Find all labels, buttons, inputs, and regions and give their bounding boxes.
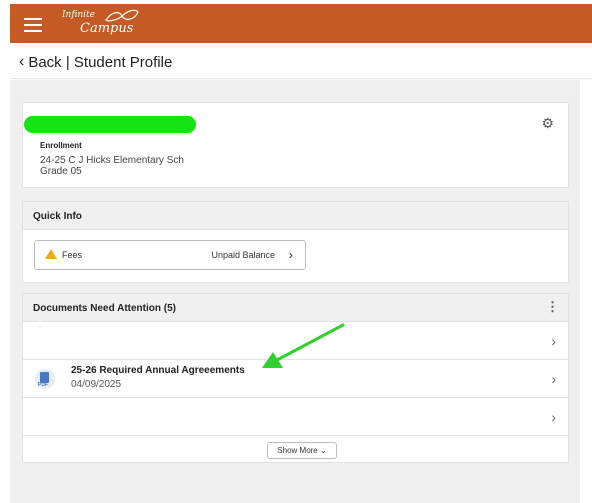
back-link[interactable]: ‹ Back | Student Profile bbox=[19, 53, 172, 71]
chevron-right-icon: › bbox=[551, 409, 556, 425]
enrollment-label: Enrollment bbox=[40, 141, 82, 150]
hamburger-menu-icon[interactable] bbox=[24, 14, 42, 34]
fees-status: Unpaid Balance bbox=[211, 250, 275, 260]
enrollment-grade: Grade 05 bbox=[40, 166, 82, 177]
fees-button[interactable]: Fees Unpaid Balance › bbox=[34, 240, 306, 270]
document-row[interactable]: › bbox=[23, 398, 568, 436]
document-row[interactable]: - › bbox=[23, 322, 568, 360]
more-options-icon[interactable]: ⋮ bbox=[546, 299, 559, 315]
chevron-down-icon: ⌄ bbox=[320, 446, 327, 455]
pdf-file-icon: PDF bbox=[35, 369, 55, 389]
show-more-label: Show More bbox=[277, 446, 318, 455]
show-more-button[interactable]: Show More ⌄ bbox=[267, 442, 337, 459]
infinite-campus-logo[interactable]: Infinite Campus bbox=[62, 7, 152, 39]
fees-label: Fees bbox=[62, 250, 83, 260]
documents-card: Documents Need Attention (5) ⋮ - › PDF 2… bbox=[22, 293, 569, 463]
document-title: 25-26 Required Annual Agreeements bbox=[71, 365, 245, 376]
document-date: 04/09/2025 bbox=[71, 379, 122, 390]
back-link-label: Back | Student Profile bbox=[28, 53, 173, 71]
gear-icon[interactable]: ⚙ bbox=[541, 115, 554, 132]
chevron-right-icon: › bbox=[551, 371, 556, 387]
chevron-right-icon: › bbox=[288, 247, 293, 262]
document-row[interactable]: PDF 25-26 Required Annual Agreeements 04… bbox=[23, 360, 568, 398]
logo-text-bottom: Campus bbox=[80, 21, 134, 36]
chevron-right-icon: › bbox=[551, 333, 556, 349]
student-profile-card: ⚙ Enrollment 24-25 C J Hicks Elementary … bbox=[22, 102, 569, 188]
warning-icon bbox=[45, 249, 57, 259]
documents-title: Documents Need Attention (5) bbox=[23, 294, 568, 322]
quick-info-title: Quick Info bbox=[23, 202, 568, 230]
main-content: ⚙ Enrollment 24-25 C J Hicks Elementary … bbox=[10, 80, 580, 503]
quick-info-card: Quick Info Fees Unpaid Balance › bbox=[22, 201, 569, 283]
document-row-faint-text: - bbox=[39, 324, 41, 330]
top-bar: Infinite Campus bbox=[10, 4, 592, 43]
student-name-redaction bbox=[24, 116, 196, 133]
sub-header: ‹ Back | Student Profile bbox=[10, 43, 592, 79]
enrollment-school: 24-25 C J Hicks Elementary Sch bbox=[40, 155, 184, 166]
logo-text-top: Infinite bbox=[62, 10, 95, 20]
chevron-left-icon: ‹ bbox=[19, 53, 25, 70]
